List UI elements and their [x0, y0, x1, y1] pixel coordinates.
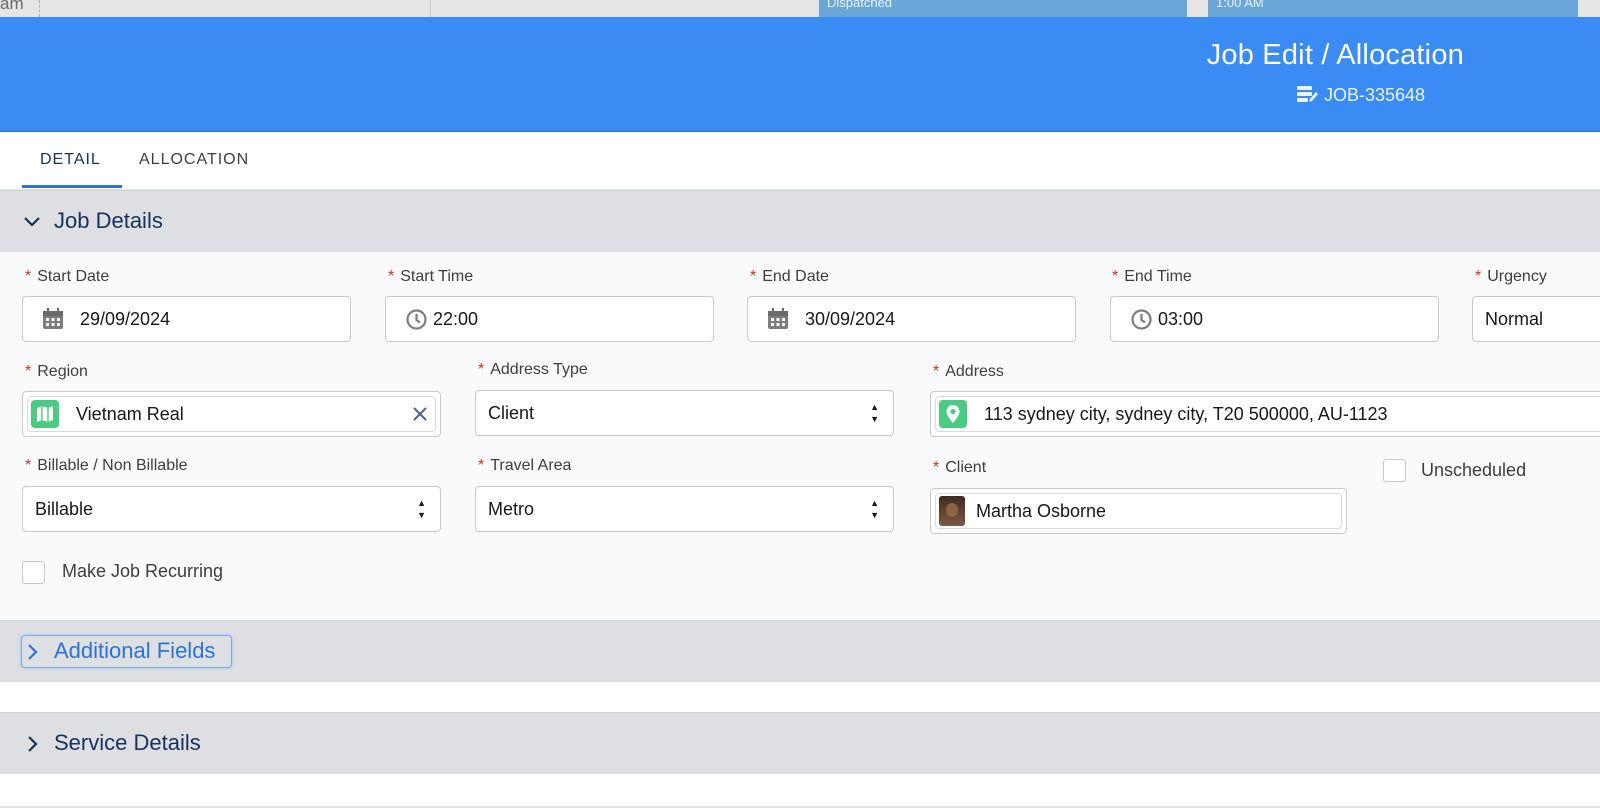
required-marker: *: [750, 268, 757, 285]
tab-detail[interactable]: DETAIL: [40, 151, 101, 169]
start-time-field[interactable]: 22:00: [385, 296, 714, 342]
billable-select[interactable]: Billable ▲ ▼: [22, 486, 441, 532]
required-marker: *: [478, 457, 485, 474]
clear-icon[interactable]: [408, 402, 432, 426]
background-text-fragment: am: [0, 0, 24, 13]
address-pill: 113 sydney city, sydney city, T20 500000…: [935, 396, 1600, 432]
modal-header: Job Edit / Allocation JOB-335648: [0, 17, 1600, 132]
job-record-icon: [1296, 83, 1318, 108]
section-title: Additional Fields: [54, 638, 216, 663]
label-text: Region: [37, 363, 88, 380]
chevron-right-icon: [28, 736, 38, 752]
clock-icon[interactable]: [406, 308, 427, 330]
billable-label: * Billable / Non Billable: [25, 457, 188, 475]
billable-value: Billable: [35, 498, 94, 519]
select-arrows-icon: ▲ ▼: [870, 402, 879, 424]
client-lookup[interactable]: Martha Osborne: [930, 488, 1347, 534]
end-date-field[interactable]: 30/09/2024: [747, 296, 1076, 342]
make-recurring-checkbox[interactable]: [22, 561, 45, 584]
travel-area-label: * Travel Area: [478, 457, 571, 475]
end-time-field[interactable]: 03:00: [1110, 296, 1439, 342]
chevron-right-icon: [28, 644, 38, 660]
modal-title: Job Edit / Allocation: [1206, 39, 1464, 71]
label-text: Billable / Non Billable: [37, 457, 188, 474]
calendar-icon[interactable]: [42, 308, 64, 330]
start-time-label: * Start Time: [388, 268, 473, 286]
address-type-value: Client: [488, 402, 535, 423]
urgency-label: * Urgency: [1475, 268, 1547, 286]
region-label: * Region: [25, 363, 88, 381]
client-label: * Client: [933, 459, 986, 477]
section-job-details-header[interactable]: Job Details: [0, 190, 1600, 252]
travel-area-value: Metro: [488, 498, 535, 519]
required-marker: *: [478, 361, 485, 378]
start-date-label: * Start Date: [25, 268, 109, 286]
clock-icon[interactable]: [1131, 308, 1152, 330]
label-text: End Time: [1124, 268, 1192, 285]
client-avatar: [939, 496, 965, 526]
label-text: Start Date: [37, 268, 110, 285]
section-title: Service Details: [54, 730, 201, 755]
required-marker: *: [25, 363, 32, 380]
section-spacer: [0, 682, 1600, 712]
make-recurring-label: Make Job Recurring: [62, 561, 224, 581]
background-event-block: 1:00 AM: [1208, 0, 1578, 17]
address-lookup[interactable]: 113 sydney city, sydney city, T20 500000…: [930, 391, 1600, 437]
required-marker: *: [933, 459, 940, 476]
tab-bar: DETAIL ALLOCATION: [0, 132, 1600, 190]
address-label: * Address: [933, 363, 1004, 381]
background-divider: [39, 0, 40, 17]
region-pill: Vietnam Real: [27, 396, 436, 432]
end-time-label: * End Time: [1112, 268, 1192, 286]
select-arrows-icon: ▲ ▼: [417, 498, 426, 520]
active-tab-indicator: [22, 185, 122, 188]
unscheduled-label: Unscheduled: [1421, 460, 1527, 480]
end-date-label: * End Date: [750, 268, 829, 286]
location-pin-icon: [939, 400, 967, 428]
region-lookup[interactable]: Vietnam Real: [22, 391, 441, 437]
required-marker: *: [25, 457, 32, 474]
client-pill: Martha Osborne: [935, 493, 1342, 529]
section-spacer: [0, 774, 1600, 808]
end-date-value: 30/09/2024: [805, 308, 896, 329]
section-title: Job Details: [54, 208, 163, 233]
tab-allocation[interactable]: ALLOCATION: [139, 151, 249, 169]
region-value: Vietnam Real: [76, 403, 184, 424]
label-text: Travel Area: [490, 457, 572, 474]
required-marker: *: [1112, 268, 1119, 285]
client-value: Martha Osborne: [976, 500, 1107, 521]
travel-area-select[interactable]: Metro ▲ ▼: [475, 486, 894, 532]
label-text: Urgency: [1487, 268, 1547, 285]
job-id-text: JOB-335648: [1324, 85, 1426, 105]
label-text: Start Time: [400, 268, 474, 285]
label-text: Address: [945, 363, 1004, 380]
required-marker: *: [1475, 268, 1482, 285]
address-type-select[interactable]: Client ▲ ▼: [475, 390, 894, 436]
end-time-value: 03:00: [1158, 308, 1204, 329]
required-marker: *: [388, 268, 395, 285]
unscheduled-checkbox[interactable]: [1383, 459, 1406, 482]
calendar-icon[interactable]: [767, 308, 789, 330]
start-date-field[interactable]: 29/09/2024: [22, 296, 351, 342]
map-icon: [31, 400, 59, 428]
label-text: Client: [945, 459, 987, 476]
required-marker: *: [933, 363, 940, 380]
background-calendar-strip: am Dispatched 1:00 AM: [0, 0, 1600, 17]
chevron-down-icon: [24, 217, 40, 227]
background-event-block: Dispatched: [819, 0, 1187, 17]
address-type-label: * Address Type: [478, 361, 588, 379]
urgency-value: Normal: [1485, 308, 1544, 329]
address-value: 113 sydney city, sydney city, T20 500000…: [984, 403, 1388, 424]
label-text: Address Type: [490, 361, 588, 378]
required-marker: *: [25, 268, 32, 285]
start-date-value: 29/09/2024: [80, 308, 171, 329]
start-time-value: 22:00: [433, 308, 479, 329]
label-text: End Date: [762, 268, 829, 285]
urgency-select[interactable]: Normal: [1472, 296, 1600, 342]
select-arrows-icon: ▲ ▼: [870, 498, 879, 520]
section-service-details-header[interactable]: Service Details: [0, 712, 1600, 774]
section-additional-fields-header[interactable]: Additional Fields: [0, 620, 1600, 682]
job-id: JOB-335648: [1296, 83, 1425, 108]
background-divider: [430, 0, 431, 17]
